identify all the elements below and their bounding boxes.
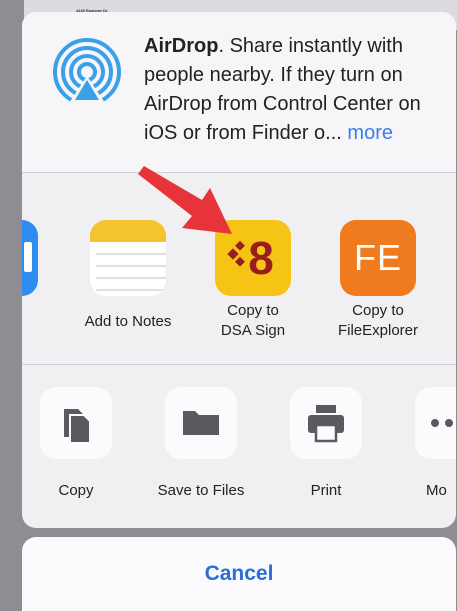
partial-app-tile[interactable] bbox=[22, 220, 38, 296]
share-sheet: AirDrop. Share instantly with people nea… bbox=[22, 12, 456, 528]
app-label-dsa-line2: DSA Sign bbox=[220, 322, 286, 339]
app-label-fileexplorer: Copy to FileExplorer bbox=[310, 301, 446, 341]
partial-app-glyph bbox=[24, 242, 32, 272]
more-link[interactable]: more bbox=[347, 122, 393, 144]
save-to-files-action-tile[interactable] bbox=[165, 387, 237, 459]
fileexplorer-app-tile[interactable]: FE bbox=[340, 220, 416, 296]
airdrop-icon bbox=[53, 38, 121, 106]
airdrop-description: AirDrop. Share instantly with people nea… bbox=[144, 32, 444, 148]
app-label-notes: Add to Notes bbox=[84, 313, 172, 330]
divider bbox=[22, 364, 456, 365]
app-label-fe-line2: FileExplorer bbox=[337, 322, 419, 339]
action-label-more: Mo bbox=[426, 482, 447, 499]
printer-icon bbox=[308, 405, 344, 443]
more-icon bbox=[431, 419, 453, 427]
action-label-save-to-files: Save to Files bbox=[157, 482, 245, 499]
cancel-button[interactable]: Cancel bbox=[22, 537, 456, 611]
app-label-fe-line1: Copy to bbox=[352, 302, 404, 319]
print-action-tile[interactable] bbox=[290, 387, 362, 459]
svg-text:8: 8 bbox=[248, 232, 274, 284]
app-label-dsa-sign: Copy to DSA Sign bbox=[185, 301, 321, 341]
action-label-copy: Copy bbox=[58, 482, 94, 499]
folder-icon bbox=[183, 411, 219, 435]
more-action-tile[interactable] bbox=[415, 387, 456, 459]
airdrop-section[interactable]: AirDrop. Share instantly with people nea… bbox=[22, 12, 456, 172]
action-label-print: Print bbox=[310, 482, 342, 499]
fileexplorer-icon: FE bbox=[353, 237, 402, 278]
annotation-arrow-icon bbox=[138, 166, 232, 234]
app-label-dsa-line1: Copy to bbox=[227, 302, 279, 319]
airdrop-title: AirDrop bbox=[144, 35, 219, 57]
copy-icon bbox=[64, 409, 91, 444]
copy-action-tile[interactable] bbox=[40, 387, 112, 459]
